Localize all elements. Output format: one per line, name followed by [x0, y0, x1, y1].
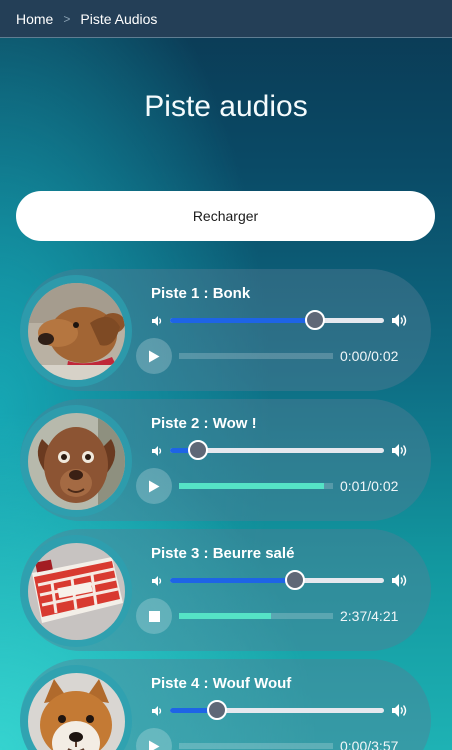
volume-high-icon[interactable] — [391, 703, 407, 718]
track-title: Piste 4 : Wouf Wouf — [151, 675, 292, 692]
reload-button[interactable]: Recharger — [16, 191, 435, 241]
volume-low-icon[interactable] — [151, 445, 163, 457]
volume-high-icon[interactable] — [391, 573, 407, 588]
volume-slider[interactable] — [170, 700, 384, 720]
shiba-dog-cover-image — [27, 672, 125, 750]
progress-bar[interactable] — [179, 483, 333, 489]
cover-ring — [20, 405, 132, 517]
volume-low-icon[interactable] — [151, 575, 163, 587]
stop-button[interactable] — [136, 598, 172, 634]
volume-low-icon[interactable] — [151, 705, 163, 717]
play-button[interactable] — [136, 468, 172, 504]
volume-low-icon[interactable] — [151, 315, 163, 327]
time-display: 0:00/3:57 — [340, 738, 399, 750]
play-icon — [149, 480, 160, 492]
play-button[interactable] — [136, 728, 172, 750]
breadcrumb-current: Piste Audios — [80, 10, 158, 27]
volume-knob[interactable] — [188, 440, 208, 460]
stop-icon — [148, 610, 160, 622]
progress-bar[interactable] — [179, 743, 333, 749]
volume-high-icon[interactable] — [391, 313, 407, 328]
cover-ring — [20, 665, 132, 750]
butter-package-cover-image — [27, 542, 125, 640]
breadcrumb: Home > Piste Audios — [0, 0, 452, 38]
progress-bar[interactable] — [179, 613, 333, 619]
play-button[interactable] — [136, 338, 172, 374]
time-display: 2:37/4:21 — [340, 608, 399, 624]
page-title: Piste audios — [144, 90, 308, 123]
volume-knob[interactable] — [285, 570, 305, 590]
progress-bar[interactable] — [179, 353, 333, 359]
volume-knob[interactable] — [207, 700, 227, 720]
track-card: Piste 1 : Bonk 0:00/0:02 — [20, 269, 431, 391]
brown-dog-face-cover-image — [27, 412, 125, 510]
dachshund-dog-cover-image — [27, 282, 125, 380]
time-display: 0:01/0:02 — [340, 478, 399, 494]
volume-high-icon[interactable] — [391, 443, 407, 458]
breadcrumb-home-link[interactable]: Home — [16, 11, 53, 27]
track-title: Piste 1 : Bonk — [151, 285, 251, 302]
track-title: Piste 2 : Wow ! — [151, 415, 257, 432]
track-title: Piste 3 : Beurre salé — [151, 545, 295, 562]
play-icon — [149, 740, 160, 750]
volume-slider[interactable] — [170, 440, 384, 460]
volume-knob[interactable] — [305, 310, 325, 330]
cover-ring — [20, 275, 132, 387]
play-icon — [149, 350, 160, 362]
track-card: Piste 3 : Beurre salé 2:37/4:21 — [20, 529, 431, 651]
cover-ring — [20, 535, 132, 647]
track-card: Piste 4 : Wouf Wouf 0:00/3:57 — [20, 659, 431, 750]
volume-slider[interactable] — [170, 310, 384, 330]
volume-slider[interactable] — [170, 570, 384, 590]
breadcrumb-separator: > — [63, 11, 71, 26]
time-display: 0:00/0:02 — [340, 348, 399, 364]
track-card: Piste 2 : Wow ! 0:01/0:02 — [20, 399, 431, 521]
